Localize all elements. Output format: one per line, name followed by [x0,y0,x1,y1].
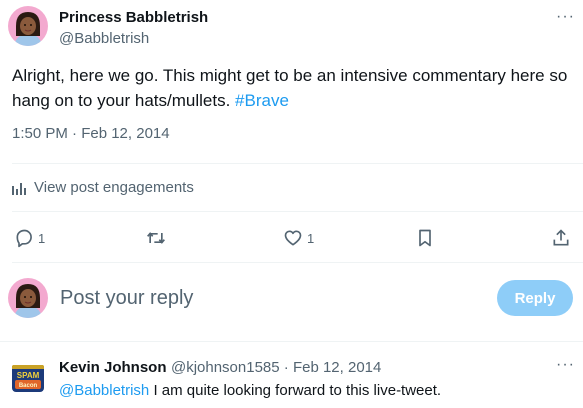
divider [0,341,583,342]
princess-avatar-icon [8,278,48,318]
more-options-button[interactable]: ··· [556,8,575,26]
share-icon [553,229,569,246]
retweet-icon [147,232,165,244]
reply-author-name[interactable]: Kevin Johnson [59,359,167,376]
current-user-avatar[interactable] [8,278,48,318]
author-handle[interactable]: @Babbletrish [59,30,149,47]
reply-header: Kevin Johnson @kjohnson1585 · Feb 12, 20… [59,359,381,377]
hashtag-link[interactable]: #Brave [235,91,289,110]
reply-author-avatar[interactable]: SPAM Bacon [8,358,48,398]
analytics-icon [12,182,26,195]
retweet-action[interactable] [146,228,170,248]
bookmark-icon [419,229,431,247]
bookmark-action[interactable] [415,228,435,248]
view-engagements-link[interactable]: View post engagements [12,179,194,196]
tweet-timestamp[interactable]: 1:50 PM · Feb 12, 2014 [12,125,170,142]
author-avatar[interactable] [8,6,48,46]
divider [12,262,583,263]
reply-handle-date[interactable]: @kjohnson1585 · Feb 12, 2014 [171,359,381,376]
heart-icon [284,230,302,246]
reply-action[interactable]: 1 [14,228,45,248]
like-count: 1 [307,230,315,246]
spam-can-avatar-icon: SPAM Bacon [8,358,48,398]
like-action[interactable]: 1 [283,228,314,248]
divider [12,211,583,212]
view-engagements-label: View post engagements [34,179,194,196]
author-name[interactable]: Princess Babbletrish [59,9,208,26]
reply-mention-link[interactable]: @Babbletrish [59,382,149,399]
divider [12,163,583,164]
tweet-body: Alright, here we go. This might get to b… [12,66,568,110]
spam-can-top-text: SPAM [17,371,40,380]
reply-more-options-button[interactable]: ··· [556,356,575,374]
reply-text: @Babbletrish I am quite looking forward … [59,382,441,399]
reply-button[interactable]: Reply [497,280,573,316]
spam-can-bottom-text: Bacon [19,383,38,389]
reply-input[interactable]: Post your reply [60,287,193,310]
share-action[interactable] [551,228,571,248]
tweet-text: Alright, here we go. This might get to b… [12,63,572,113]
princess-avatar-icon [8,6,48,46]
reply-count: 1 [38,230,46,246]
reply-icon [16,229,32,248]
reply-body: I am quite looking forward to this live-… [149,382,442,399]
